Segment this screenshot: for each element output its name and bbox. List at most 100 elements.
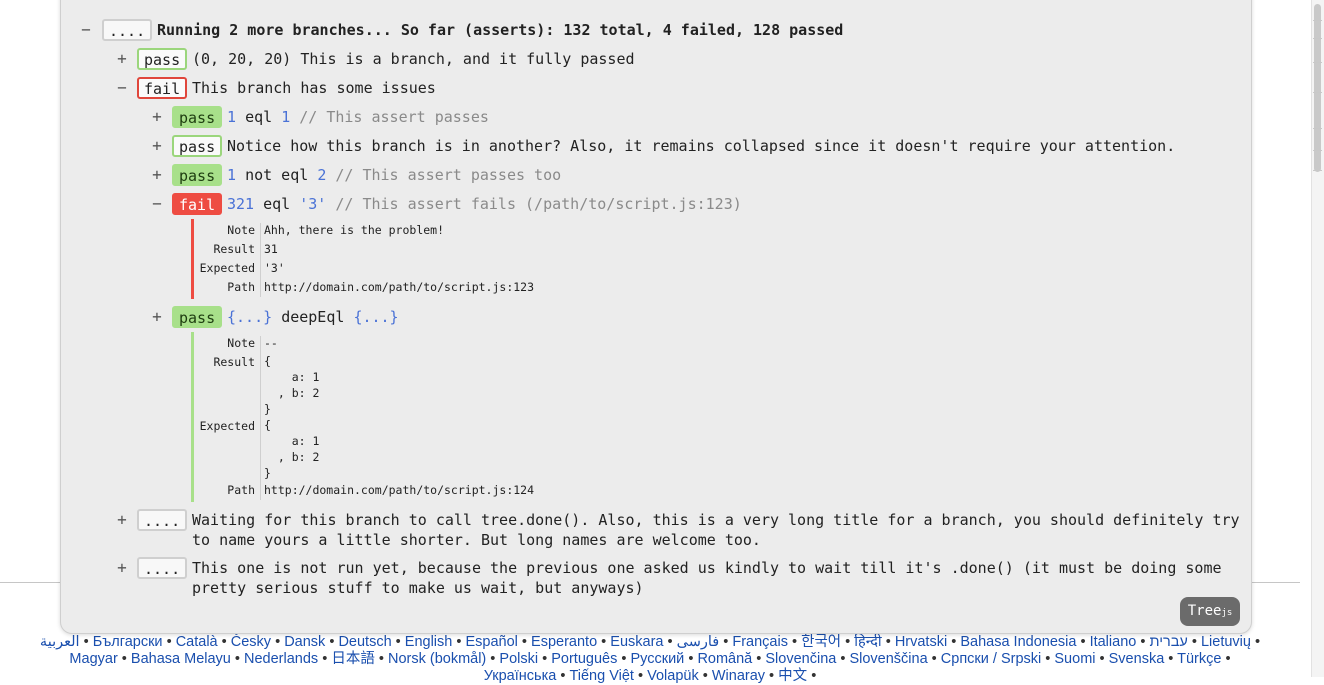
language-link[interactable]: Русский (630, 651, 684, 667)
branch-title: (0, 20, 20) This is a branch, and it ful… (192, 50, 635, 68)
language-link[interactable]: Nederlands (244, 651, 318, 667)
language-link[interactable]: हिन्दी (854, 634, 881, 650)
assert-rhs: 2 (317, 166, 327, 184)
pass-badge[interactable]: pass (172, 106, 223, 128)
language-link[interactable]: Esperanto (531, 634, 597, 650)
language-link[interactable]: Slovenščina (849, 651, 927, 667)
language-link[interactable]: Hrvatski (895, 634, 947, 650)
assert-operator: eql (245, 108, 273, 126)
scrollbar-thumb[interactable] (1314, 4, 1321, 172)
collapse-toggle[interactable]: − (150, 194, 164, 213)
pass-badge[interactable]: pass (172, 135, 223, 157)
language-separator: • (1164, 651, 1178, 667)
language-link[interactable]: Türkçe (1177, 651, 1221, 667)
branch-title: Notice how this branch is in another? Al… (227, 137, 1176, 155)
detail-value-path: http://domain.com/path/to/script.js:124 (264, 483, 535, 497)
language-link[interactable]: Svenska (1109, 651, 1165, 667)
assert-title: {...} deepEql {...} (227, 307, 399, 327)
expand-toggle[interactable]: + (115, 558, 129, 577)
detail-key-path: Path (227, 483, 255, 497)
expand-toggle[interactable]: + (115, 510, 129, 529)
language-link[interactable]: Српски / Srpski (941, 651, 1041, 667)
detail-value-expected: '3' (264, 261, 285, 275)
language-link[interactable]: 한국어 (801, 634, 841, 650)
detail-key-expected: Expected (199, 419, 255, 433)
assert-lhs: {...} (227, 308, 273, 326)
logo-sub: js (1221, 608, 1233, 618)
collapse-toggle[interactable]: − (115, 78, 129, 97)
scrollbar-tick (1313, 92, 1322, 93)
language-link[interactable]: Português (551, 651, 617, 667)
language-link[interactable]: Lietuvių (1201, 634, 1251, 650)
language-separator: • (391, 634, 405, 650)
language-link[interactable]: Français (732, 634, 788, 650)
language-link[interactable]: Suomi (1054, 651, 1095, 667)
language-separator: • (1221, 651, 1231, 667)
assert-operator: deepEql (281, 308, 345, 326)
pending-badge[interactable]: .... (137, 509, 188, 531)
detail-key-note: Note (227, 223, 255, 237)
branch-title-line-1: This one is not run yet, because the pre… (192, 559, 1222, 577)
pass-badge[interactable]: pass (137, 48, 188, 70)
expand-toggle[interactable]: + (150, 165, 164, 184)
language-link[interactable]: Volapük (647, 668, 699, 684)
language-link[interactable]: Română (697, 651, 752, 667)
language-separator: • (230, 651, 245, 667)
expand-toggle[interactable]: + (150, 136, 164, 155)
expand-toggle[interactable]: + (150, 307, 164, 326)
language-separator: • (663, 634, 677, 650)
language-separator: • (947, 634, 961, 650)
language-separator: • (117, 651, 131, 667)
pass-badge[interactable]: pass (172, 164, 223, 186)
fail-badge[interactable]: fail (172, 193, 223, 215)
branch-title-line-2: to name yours a little shorter. But long… (192, 531, 761, 549)
language-separator: • (374, 651, 388, 667)
language-separator: • (807, 668, 817, 684)
language-link[interactable]: Català (176, 634, 218, 650)
language-link[interactable]: 中文 (778, 668, 807, 684)
expand-toggle[interactable]: + (150, 107, 164, 126)
language-separator: • (1076, 634, 1090, 650)
language-link[interactable]: Norsk (bokmål) (388, 651, 486, 667)
collapse-toggle[interactable]: − (79, 20, 93, 39)
language-link[interactable]: فارسی (677, 634, 720, 650)
page-scrollbar[interactable] (1311, 0, 1324, 677)
pending-badge[interactable]: .... (102, 19, 153, 41)
language-separator: • (1250, 634, 1261, 650)
language-separator: • (452, 634, 466, 650)
assert-rhs: 1 (281, 108, 291, 126)
language-link[interactable]: עברית (1149, 634, 1187, 650)
language-link[interactable]: Polski (499, 651, 538, 667)
language-link[interactable]: Italiano (1090, 634, 1137, 650)
language-link[interactable]: Euskara (610, 634, 663, 650)
language-link[interactable]: Bahasa Indonesia (960, 634, 1076, 650)
language-link[interactable]: Magyar (69, 651, 117, 667)
assert-details: Note Ahh, there is the problem! Result 3… (199, 221, 799, 301)
assert-lhs: 1 (227, 108, 237, 126)
language-link[interactable]: Slovenčina (765, 651, 836, 667)
language-link[interactable]: Español (465, 634, 517, 650)
language-link[interactable]: العربية (40, 634, 80, 650)
pass-badge[interactable]: pass (172, 306, 223, 328)
language-link[interactable]: Deutsch (338, 634, 391, 650)
language-link[interactable]: Українська (484, 668, 557, 684)
fail-badge[interactable]: fail (137, 77, 188, 99)
assert-title: 1 not eql 2 // This assert passes too (227, 165, 561, 185)
language-separator: • (325, 634, 339, 650)
language-link[interactable]: Česky (231, 634, 271, 650)
expand-toggle[interactable]: + (115, 49, 129, 68)
language-separator: • (1136, 634, 1150, 650)
language-link[interactable]: Bahasa Melayu (131, 651, 231, 667)
scrollbar-tick (1313, 62, 1322, 63)
language-link[interactable]: 日本語 (331, 651, 375, 667)
language-link[interactable]: Български (93, 634, 163, 650)
detail-key-note: Note (227, 336, 255, 350)
language-link[interactable]: Dansk (284, 634, 325, 650)
detail-key-expected: Expected (199, 261, 255, 275)
pending-badge[interactable]: .... (137, 557, 188, 579)
language-link[interactable]: Tiếng Việt (569, 668, 634, 684)
treejs-logo[interactable]: Treejs (1180, 597, 1240, 626)
assert-lhs: 321 (227, 195, 255, 213)
language-link[interactable]: English (405, 634, 453, 650)
language-link[interactable]: Winaray (712, 668, 765, 684)
